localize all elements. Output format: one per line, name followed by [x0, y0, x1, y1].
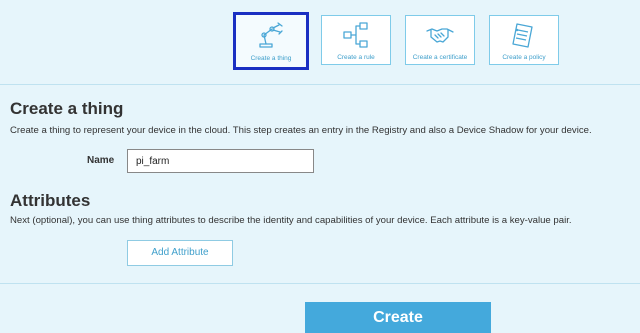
handshake-icon	[426, 28, 454, 43]
tile-label: Create a thing	[250, 55, 292, 62]
add-attribute-button[interactable]: Add Attribute	[127, 240, 233, 266]
tile-create-thing[interactable]: Create a thing	[233, 12, 309, 70]
tile-create-policy[interactable]: Create a policy	[489, 15, 559, 65]
flowchart-icon	[343, 22, 368, 48]
divider	[0, 283, 640, 284]
section-title-create-thing: Create a thing	[10, 99, 124, 118]
attributes-description: Next (optional), you can use thing attri…	[10, 215, 572, 226]
create-thing-description: Create a thing to represent your device …	[10, 125, 592, 136]
tile-label: Create a certificate	[412, 54, 468, 61]
tile-create-rule[interactable]: Create a rule	[321, 15, 391, 65]
divider	[0, 84, 640, 85]
name-label: Name	[87, 155, 115, 166]
policy-document-icon	[512, 23, 533, 48]
section-title-attributes: Attributes	[10, 191, 91, 210]
tile-label: Create a policy	[502, 54, 546, 61]
thing-name-input[interactable]	[127, 149, 314, 173]
tile-label: Create a rule	[337, 54, 375, 61]
quick-actions-bar: Create a thing Create a rule Create a ce…	[0, 12, 640, 72]
robot-arm-icon	[259, 22, 283, 48]
create-button[interactable]: Create	[305, 302, 491, 333]
tile-create-certificate[interactable]: Create a certificate	[405, 15, 475, 65]
